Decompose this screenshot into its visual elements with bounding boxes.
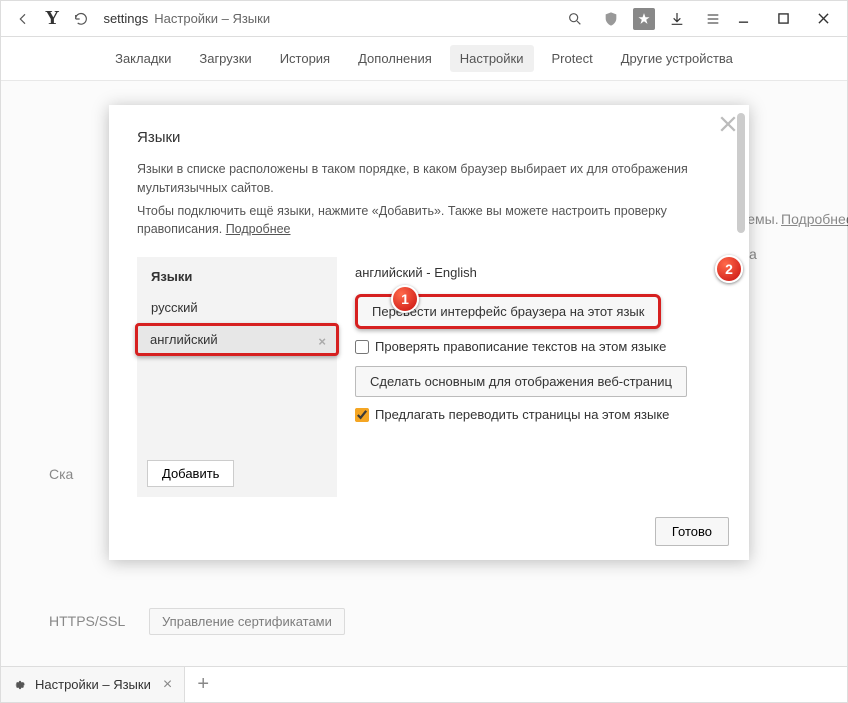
offer-translate-checkbox-row[interactable]: Предлагать переводить страницы на этом я… (355, 407, 721, 422)
language-list-header: Языки (137, 257, 337, 292)
close-icon[interactable] (719, 115, 737, 133)
search-icon[interactable] (561, 5, 589, 33)
window-controls (735, 11, 839, 27)
tab-history[interactable]: История (270, 45, 340, 72)
minimize-button[interactable] (735, 11, 751, 27)
remove-language-icon[interactable]: × (318, 334, 326, 349)
browser-tab-title: Настройки – Языки (35, 677, 151, 692)
add-language-button[interactable]: Добавить (147, 460, 234, 487)
close-window-button[interactable] (815, 11, 831, 27)
spellcheck-label: Проверять правописание текстов на этом я… (375, 339, 666, 354)
language-item-english[interactable]: английский × (135, 323, 339, 356)
maximize-button[interactable] (775, 11, 791, 27)
tab-settings[interactable]: Настройки (450, 45, 534, 72)
modal-description-1: Языки в списке расположены в таком поряд… (137, 160, 721, 198)
annotation-callout-1: 1 (391, 285, 419, 313)
language-item-label: английский (150, 332, 218, 347)
modal-more-link[interactable]: Подробнее (226, 222, 291, 236)
browser-toolbar: Y settings Настройки – Языки (1, 1, 847, 37)
shield-icon[interactable] (597, 5, 625, 33)
modal-description-2: Чтобы подключить ещё языки, нажмите «Доб… (137, 202, 721, 240)
languages-modal: Языки Языки в списке расположены в таком… (109, 105, 749, 560)
modal-scrollbar[interactable] (737, 113, 745, 552)
address-title: Настройки – Языки (154, 11, 270, 26)
language-item-russian[interactable]: русский (137, 292, 337, 323)
language-detail-title: английский - English (355, 265, 721, 280)
bookmark-star-icon[interactable] (633, 8, 655, 30)
tab-bookmarks[interactable]: Закладки (105, 45, 181, 72)
address-bar[interactable]: settings Настройки – Языки (103, 11, 553, 26)
make-main-display-button[interactable]: Сделать основным для отображения веб-стр… (355, 366, 687, 397)
close-tab-icon[interactable]: × (163, 676, 172, 694)
settings-nav-tabs: Закладки Загрузки История Дополнения Нас… (1, 37, 847, 81)
menu-icon[interactable] (699, 5, 727, 33)
browser-tab-strip: Настройки – Языки × + (1, 666, 847, 702)
done-button[interactable]: Готово (655, 517, 729, 546)
tab-protect[interactable]: Protect (542, 45, 603, 72)
reload-button[interactable] (67, 5, 95, 33)
tab-devices[interactable]: Другие устройства (611, 45, 743, 72)
offer-translate-label: Предлагать переводить страницы на этом я… (375, 407, 669, 422)
spellcheck-checkbox-row[interactable]: Проверять правописание текстов на этом я… (355, 339, 721, 354)
tab-addons[interactable]: Дополнения (348, 45, 442, 72)
language-panel: Языки русский английский × Добавить англ… (137, 257, 721, 497)
annotation-callout-2: 2 (715, 255, 743, 283)
language-list: Языки русский английский × Добавить (137, 257, 337, 497)
yandex-logo[interactable]: Y (45, 7, 59, 30)
tab-downloads[interactable]: Загрузки (189, 45, 261, 72)
back-button[interactable] (9, 5, 37, 33)
new-tab-button[interactable]: + (185, 673, 221, 696)
gear-icon (13, 678, 27, 692)
download-icon[interactable] (663, 5, 691, 33)
spellcheck-checkbox[interactable] (355, 340, 369, 354)
address-prefix: settings (103, 11, 148, 26)
modal-title: Языки (137, 129, 721, 146)
browser-tab[interactable]: Настройки – Языки × (1, 667, 185, 702)
offer-translate-checkbox[interactable] (355, 408, 369, 422)
